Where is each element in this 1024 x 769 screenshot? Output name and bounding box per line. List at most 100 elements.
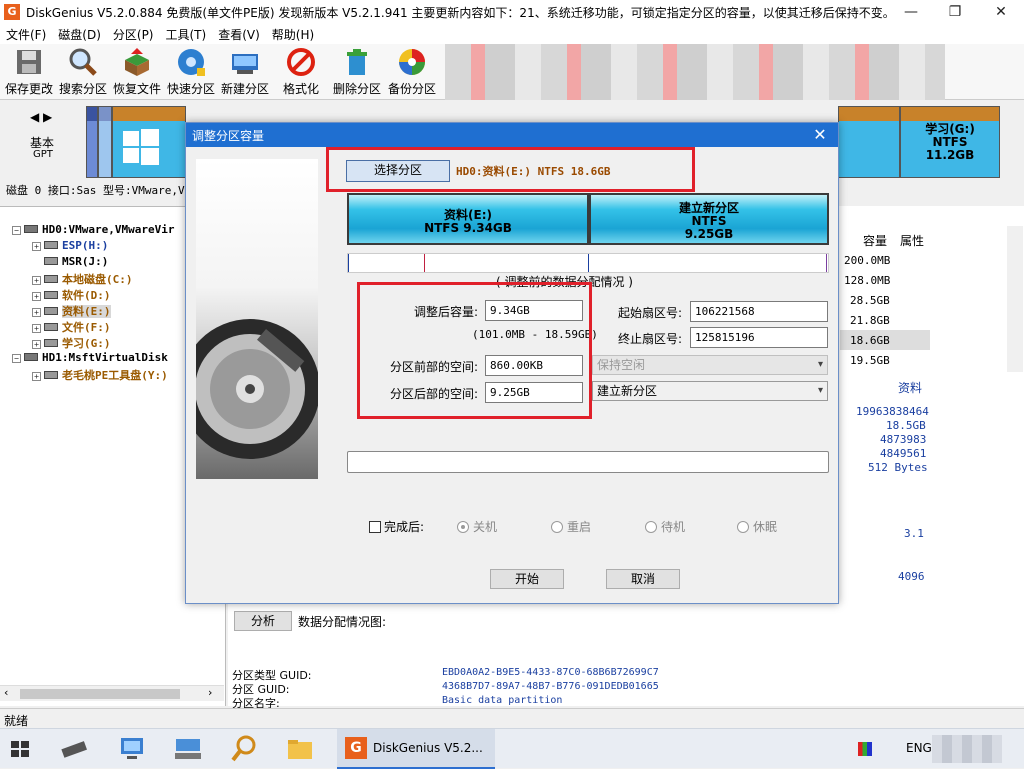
- tree-partition-f[interactable]: + 文件(F:): [32, 319, 111, 335]
- maximize-button[interactable]: ❐: [932, 0, 978, 24]
- taskbar-app-keyboard[interactable]: [172, 733, 212, 765]
- scroll-right-icon[interactable]: ›: [208, 686, 212, 699]
- menu-help[interactable]: 帮助(H): [266, 26, 320, 43]
- radio-sleep[interactable]: 休眠: [737, 518, 777, 535]
- menu-tools[interactable]: 工具(T): [160, 26, 213, 43]
- taskbar-app-diskgenius[interactable]: G DiskGenius V5.2...: [337, 729, 495, 769]
- partition-guid-value: 4368B7D7-89A7-48B7-B776-091DEDB01665: [442, 681, 659, 692]
- detail-partition-name: 资料: [898, 381, 923, 395]
- tree-partition-msr[interactable]: +MSR(J:): [32, 255, 108, 268]
- radio-shutdown[interactable]: 关机: [457, 518, 497, 535]
- detail-value: 19963838464: [856, 405, 929, 418]
- scroll-left-icon[interactable]: ‹: [4, 686, 8, 699]
- end-sector-input[interactable]: 125815196: [690, 327, 828, 348]
- detail-value: 3.1: [904, 527, 924, 540]
- analyze-button[interactable]: 分析: [234, 611, 292, 631]
- finish-checkbox[interactable]: 完成后:: [369, 518, 424, 535]
- partition-segment[interactable]: [86, 106, 98, 178]
- tree-partition-e[interactable]: + 资料(E:): [32, 303, 111, 319]
- disk-info-line: 磁盘 0 接口:Sas 型号:VMware,V: [6, 184, 185, 197]
- radio-standby[interactable]: 待机: [645, 518, 685, 535]
- tree-disk0[interactable]: − HD0:VMware,VMwareVir: [12, 223, 174, 236]
- partition-segment[interactable]: [98, 106, 112, 178]
- keyboard-icon: [175, 739, 201, 759]
- after-space-action-select[interactable]: 建立新分区 ▾: [592, 381, 828, 401]
- dialog-close-button[interactable]: ✕: [810, 125, 830, 144]
- backup-partition-button[interactable]: 备份分区: [385, 46, 439, 97]
- trash-icon: [347, 49, 367, 75]
- chevron-down-icon: ▾: [817, 385, 823, 396]
- title-bar: G DiskGenius V5.2.0.884 免费版(单文件PE版) 发现新版…: [0, 0, 1024, 24]
- search-partition-button[interactable]: 搜索分区: [56, 46, 110, 97]
- cancel-button[interactable]: 取消: [606, 569, 680, 589]
- partition-segment-f[interactable]: [838, 106, 900, 178]
- status-text: 就绪: [4, 714, 29, 728]
- save-changes-button[interactable]: 保存更改: [2, 46, 56, 97]
- quick-partition-icon: [178, 49, 205, 76]
- detail-value: 4849561: [880, 447, 927, 460]
- app-logo-icon: G: [4, 4, 20, 20]
- delete-partition-button[interactable]: 删除分区: [330, 46, 384, 97]
- recover-box-icon: [125, 48, 149, 76]
- resize-partition-dialog: 调整分区容量 ✕ 选择分区 HD0:资料(E:) NTFS 18.6GB 资料(…: [185, 122, 839, 604]
- before-space-action-select[interactable]: 保持空闲 ▾: [592, 355, 828, 375]
- taskbar-app-computer[interactable]: [116, 733, 156, 765]
- window-title: DiskGenius V5.2.0.884 免费版(单文件PE版) 发现新版本 …: [26, 5, 895, 20]
- tray-color-icon[interactable]: [858, 742, 872, 756]
- format-button[interactable]: 格式化: [274, 46, 328, 97]
- start-button[interactable]: [4, 733, 44, 765]
- computer-icon: [121, 738, 143, 759]
- language-indicator[interactable]: ENG: [906, 741, 932, 755]
- tree-partition-esp[interactable]: + ESP(H:): [32, 239, 108, 252]
- minimize-button[interactable]: —: [888, 0, 934, 24]
- taskbar-app-ram[interactable]: [58, 733, 98, 765]
- taskbar-app-explorer[interactable]: [284, 733, 324, 765]
- partition-name-value: Basic data partition: [442, 695, 563, 706]
- partition-type-guid-value: EBD0A0A2-B9E5-4433-87C0-68B6B72699C7: [442, 667, 659, 678]
- detail-value: 4873983: [880, 433, 927, 446]
- windows-logo-icon: [123, 129, 159, 165]
- tree-partition-y[interactable]: + 老毛桃PE工具盘(Y:): [32, 367, 168, 383]
- tree-partition-g[interactable]: + 学习(G:): [32, 335, 111, 351]
- tree-disk1[interactable]: − HD1:MsftVirtualDisk: [12, 351, 168, 364]
- partition-segment-c[interactable]: [112, 106, 186, 178]
- partition-segment-g[interactable]: 学习(G:) NTFS 11.2GB: [900, 106, 1000, 178]
- table-vertical-scrollbar[interactable]: [1007, 226, 1023, 372]
- column-capacity-header: 容量: [863, 234, 888, 248]
- menu-partition[interactable]: 分区(P): [107, 26, 160, 43]
- quick-partition-button[interactable]: 快速分区: [164, 46, 218, 97]
- tree-horizontal-scrollbar[interactable]: ‹ ›: [0, 685, 224, 701]
- dialog-title-bar: 调整分区容量 ✕: [186, 123, 838, 147]
- menu-view[interactable]: 查看(V): [212, 26, 266, 43]
- menu-bar: 文件(F) 磁盘(D) 分区(P) 工具(T) 查看(V) 帮助(H): [0, 24, 1024, 44]
- tree-partition-c[interactable]: + 本地磁盘(C:): [32, 271, 133, 287]
- chevron-down-icon: ▾: [817, 359, 823, 370]
- menu-disk[interactable]: 磁盘(D): [52, 26, 107, 43]
- new-partition-button[interactable]: 新建分区: [218, 46, 272, 97]
- taskbar-app-search[interactable]: [228, 733, 268, 765]
- table-cell-size: 200.0MB: [844, 254, 891, 267]
- partition-block-original[interactable]: 资料(E:) NTFS 9.34GB: [347, 193, 589, 245]
- scrollbar-thumb[interactable]: [20, 689, 180, 699]
- search-tool-icon: [231, 735, 256, 762]
- detail-value: 18.5GB: [886, 419, 926, 432]
- start-sector-input[interactable]: 106221568: [690, 301, 828, 322]
- disk-nav-arrows[interactable]: ◀ ▶: [30, 110, 52, 124]
- data-distribution-label: 数据分配情况图:: [298, 615, 387, 629]
- tree-partition-d[interactable]: + 软件(D:): [32, 287, 111, 303]
- radio-restart[interactable]: 重启: [551, 518, 591, 535]
- disk-genius-graphic: [196, 159, 318, 479]
- partition-block-new[interactable]: 建立新分区 NTFS 9.25GB: [589, 193, 829, 245]
- status-bar: 就绪: [0, 708, 1024, 728]
- folder-icon: [288, 740, 312, 759]
- close-button[interactable]: ✕: [978, 0, 1024, 24]
- disk-style-gpt: GPT: [33, 149, 53, 160]
- hard-disk-icon: [196, 319, 318, 459]
- recover-files-button[interactable]: 恢复文件: [110, 46, 164, 97]
- start-button-dialog[interactable]: 开始: [490, 569, 564, 589]
- new-partition-icon: [232, 54, 258, 74]
- table-cell-size: 18.6GB: [850, 334, 890, 347]
- dialog-title: 调整分区容量: [192, 128, 265, 143]
- diskgenius-icon: G: [345, 737, 367, 759]
- menu-file[interactable]: 文件(F): [0, 26, 52, 43]
